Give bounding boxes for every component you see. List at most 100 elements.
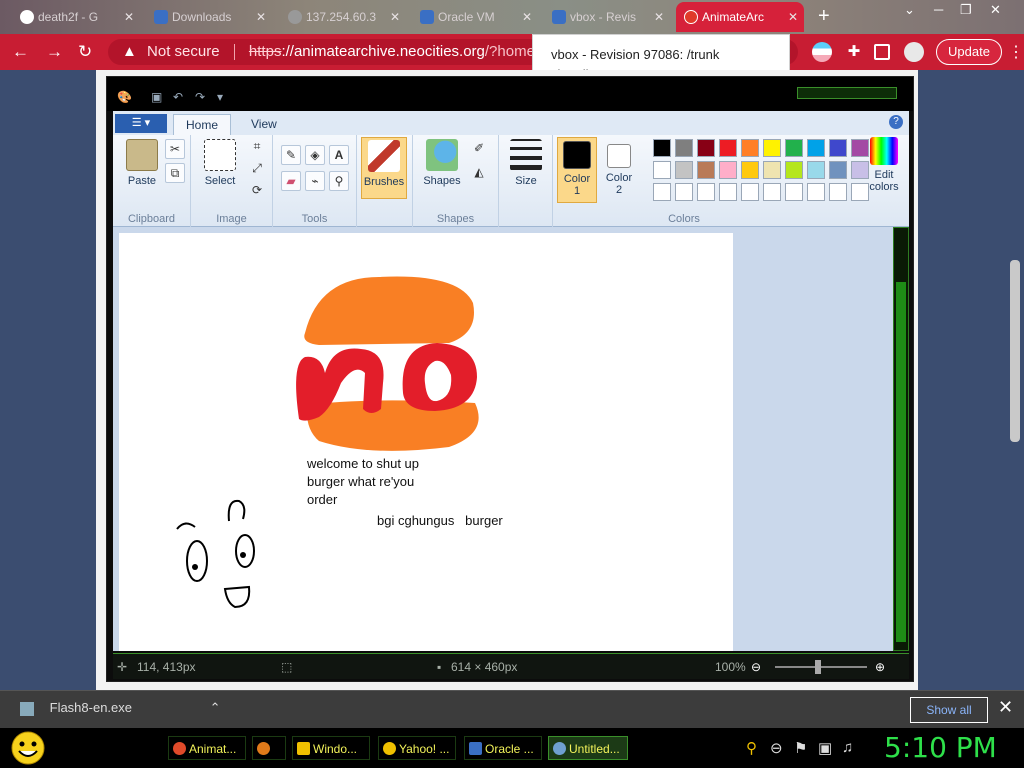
file-menu-button[interactable]: ☰ ▾ [115,114,167,133]
resize-icon[interactable]: ⤢ [247,159,267,179]
start-smiley-icon[interactable] [10,731,46,765]
show-all-button[interactable]: Show all [910,697,988,723]
reload-icon[interactable]: ↻ [78,42,92,62]
search-icon[interactable]: ⚲ [746,739,757,757]
drawing-canvas[interactable]: welcome to shut up burger what re'you or… [119,233,733,651]
tab-ip-address[interactable]: 137.254.60.3 ✕ [280,2,406,32]
taskbar-item-firefox[interactable] [252,736,286,760]
palette-swatch[interactable] [697,183,715,201]
text-tool-icon[interactable]: A [329,145,349,165]
pencil-icon[interactable]: ✎ [281,145,301,165]
taskbar-item-chrome[interactable]: Animat... [168,736,246,760]
close-window-icon[interactable]: ✕ [990,2,1001,18]
close-icon[interactable]: ✕ [788,2,798,32]
color2-button[interactable]: Color 2 [599,137,639,196]
canvas-vertical-scrollbar[interactable] [893,227,909,651]
close-icon[interactable]: ✕ [390,2,400,32]
palette-swatch[interactable] [675,139,693,157]
taskbar-item-oracle[interactable]: Oracle ... [464,736,542,760]
more-menu-icon[interactable]: ⋮ [1008,42,1024,62]
palette-swatch[interactable] [741,161,759,179]
taskbar-item-yahoo[interactable]: Yahoo! ... [378,736,456,760]
palette-swatch[interactable] [785,161,803,179]
edit-colors-button[interactable]: Edit colors [861,137,907,193]
copy-icon[interactable]: ⧉ [165,163,185,183]
fill-icon[interactable]: ◭ [469,163,489,183]
undo-icon[interactable]: ↶ [173,90,183,104]
palette-swatch[interactable] [829,161,847,179]
zoom-slider-thumb[interactable] [815,660,821,674]
palette-swatch[interactable] [785,183,803,201]
palette-swatch[interactable] [763,183,781,201]
palette-swatch[interactable] [807,183,825,201]
status-icon[interactable]: ⊖ [770,739,783,757]
sidebar-icon[interactable] [874,44,890,60]
cut-icon[interactable]: ✂ [165,139,185,159]
color-picker-icon[interactable]: ⌁ [305,171,325,191]
palette-swatch[interactable] [829,139,847,157]
extensions-icon[interactable]: ✚ [844,42,864,62]
palette-swatch[interactable] [719,161,737,179]
palette-swatch[interactable] [697,161,715,179]
zoom-slider[interactable] [775,666,867,668]
rotate-icon[interactable]: ⟳ [247,181,267,201]
update-button[interactable]: Update [936,39,1002,65]
paste-button[interactable]: Paste [119,139,165,187]
zoom-in-icon[interactable]: ⊕ [875,654,885,680]
close-icon[interactable]: ✕ [654,2,664,32]
palette-swatch[interactable] [807,161,825,179]
color1-button[interactable]: Color 1 [557,137,597,203]
fill-bucket-icon[interactable]: ◈ [305,145,325,165]
chevron-up-icon[interactable]: ⌃ [210,700,221,715]
palette-swatch[interactable] [785,139,803,157]
tab-home[interactable]: Home [173,114,232,135]
palette-swatch[interactable] [763,139,781,157]
shapes-button[interactable]: Shapes [419,139,465,187]
close-icon[interactable]: ✕ [522,2,532,32]
tab-oracle-vm[interactable]: Oracle VM ✕ [412,2,538,32]
zoom-out-icon[interactable]: ⊖ [751,654,761,680]
taskbar-item-paint[interactable]: Untitled... [548,736,628,760]
volume-icon[interactable]: ♫ [842,739,853,756]
avatar[interactable] [904,42,924,62]
brushes-button[interactable]: Brushes [361,137,407,199]
close-icon[interactable]: ✕ [124,2,134,32]
close-icon[interactable]: ✕ [998,697,1013,718]
profile-flag-icon[interactable] [812,42,832,62]
palette-swatch[interactable] [675,183,693,201]
palette-swatch[interactable] [763,161,781,179]
tab-animate-archive[interactable]: AnimateArc ✕ [676,2,804,32]
page-scrollbar[interactable] [1010,260,1020,442]
redo-icon[interactable]: ↷ [195,90,205,104]
palette-swatch[interactable] [675,161,693,179]
restore-icon[interactable]: ❐ [960,2,972,18]
tab-google[interactable]: death2f - G ✕ [12,2,140,32]
tab-downloads[interactable]: Downloads ✕ [146,2,272,32]
save-icon[interactable]: ▣ [151,90,162,104]
back-icon[interactable]: ← [12,42,29,62]
palette-swatch[interactable] [719,183,737,201]
flag-icon[interactable]: ⚑ [794,739,807,757]
new-tab-button[interactable]: + [818,4,830,28]
palette-swatch[interactable] [741,183,759,201]
clock[interactable]: 5:10 PM [884,731,997,764]
window-controls[interactable] [797,87,897,99]
taskbar-item-windows[interactable]: Windo... [292,736,370,760]
customize-dropdown-icon[interactable]: ▾ [217,90,223,104]
tab-view[interactable]: View [239,114,289,135]
help-icon[interactable]: ? [889,115,903,129]
palette-swatch[interactable] [653,161,671,179]
forward-icon[interactable]: → [46,42,63,62]
size-button[interactable]: Size [503,139,549,187]
palette-swatch[interactable] [807,139,825,157]
palette-swatch[interactable] [741,139,759,157]
palette-swatch[interactable] [653,139,671,157]
select-button[interactable]: Select [197,139,243,187]
palette-swatch[interactable] [829,183,847,201]
minimize-icon[interactable]: ─ [934,2,943,17]
scrollbar-thumb[interactable] [896,282,906,642]
tab-vbox-revision[interactable]: vbox - Revis ✕ [544,2,670,32]
chevron-down-icon[interactable]: ⌄ [904,2,915,18]
palette-swatch[interactable] [719,139,737,157]
download-item[interactable]: Flash8-en.exe ⌃ [20,700,221,716]
